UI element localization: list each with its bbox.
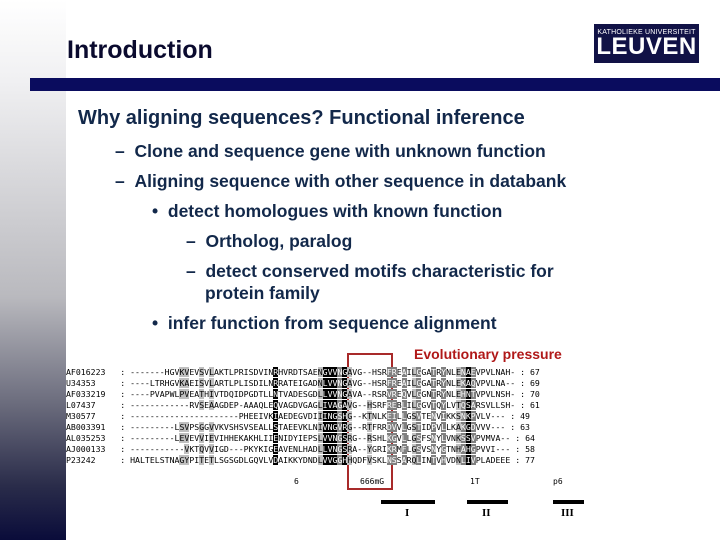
evolutionary-pressure-label: Evolutionary pressure xyxy=(414,346,562,362)
bullet-marker: – xyxy=(115,141,125,161)
bullet-text: protein family xyxy=(205,283,320,303)
sequence-residues: ----LTRHGVKAEISVLARTLPLISDILNRRATEIGADNL… xyxy=(130,378,516,388)
bullet-marker: – xyxy=(186,261,196,281)
sequence-length: : 69 xyxy=(515,378,540,388)
motif-bar-ii xyxy=(467,500,508,504)
sequence-id: P23242 : xyxy=(66,455,131,465)
alignment-row: L07437 : ------------RVSEAAGDEP-AAAQLEQV… xyxy=(66,400,540,411)
logo-name: LEUVEN xyxy=(596,33,697,60)
sequence-length: : 70 xyxy=(515,389,540,399)
motif-bar-iii xyxy=(553,500,584,504)
bullet-item: – Ortholog, paralog xyxy=(186,231,352,252)
slide-heading: Why aligning sequences? Functional infer… xyxy=(78,107,525,129)
position-label: p6 xyxy=(553,477,563,486)
bullet-item: – Clone and sequence gene with unknown f… xyxy=(115,141,546,162)
bullet-text: Aligning sequence with other sequence in… xyxy=(134,171,567,191)
motif-label-i: I xyxy=(405,507,410,519)
bullet-text: infer function from sequence alignment xyxy=(167,313,497,333)
bullet-item-continuation: protein family xyxy=(205,283,320,304)
sequence-id: U34353 : xyxy=(66,378,131,388)
bullet-text: Ortholog, paralog xyxy=(205,231,353,251)
slide-title: Introduction xyxy=(67,36,213,64)
sequence-length: : 64 xyxy=(510,433,535,443)
sequence-residues: -----------VKTQVVIGD---PKYKIGEAVENLHADLL… xyxy=(130,444,511,454)
sequence-id: AF016223 : xyxy=(66,367,131,377)
motif-bar-i xyxy=(381,500,435,504)
sequence-id: AF033219 : xyxy=(66,389,131,399)
sequence-id: M30577 : xyxy=(66,411,131,421)
sequence-residues: ----------------------PHEEIVKIAEDEGVDIII… xyxy=(130,411,506,421)
alignment-row: AJ000133 : -----------VKTQVVIGD---PKYKIG… xyxy=(66,444,540,455)
sequence-length: : 77 xyxy=(510,455,535,465)
sequence-id: AB003391 : xyxy=(66,422,131,432)
alignment-row: U34353 : ----LTRHGVKAEISVLARTLPLISDILNRR… xyxy=(66,378,540,389)
position-label: 6 xyxy=(294,477,299,486)
alignment-row: AB003391 : ---------LSVPSGGVVKVSHSVSEALL… xyxy=(66,422,540,433)
bullet-text: Clone and sequence gene with unknown fun… xyxy=(134,141,546,161)
bullet-marker: • xyxy=(152,313,159,333)
bullet-marker: – xyxy=(115,171,125,191)
motif-label-ii: II xyxy=(482,507,491,519)
title-divider-bar xyxy=(30,78,720,91)
sequence-id: AL035253 : xyxy=(66,433,131,443)
university-logo: KATHOLIEKE UNIVERSITEIT LEUVEN xyxy=(594,24,699,63)
sequence-residues: ------------RVSEAAGDEP-AAAQLEQVAGDVGAGLI… xyxy=(130,400,516,410)
position-label: 1T xyxy=(470,477,480,486)
sequence-length: : 58 xyxy=(510,444,535,454)
alignment-row: AF033219 : ----PVAPWLPVEATHIVTDQIDPGDTLL… xyxy=(66,389,540,400)
sequence-residues: ---------LSVPSGGVVKVSHSVSEALLSTAEEVKLNIV… xyxy=(130,422,506,432)
bullet-item: • infer function from sequence alignment xyxy=(152,313,497,334)
sequence-id: AJ000133 : xyxy=(66,444,131,454)
bullet-text: detect homologues with known function xyxy=(167,201,503,221)
sequence-residues: ----PVAPWLPVEATHIVTDQIDPGDTLLNTVADESGDLL… xyxy=(130,389,516,399)
bullet-item: – Aligning sequence with other sequence … xyxy=(115,171,566,192)
bullet-item: • detect homologues with known function xyxy=(152,201,502,222)
alignment-row: P23242 : HALTELSTNAGYPITETLSGSGDLGQVLVDA… xyxy=(66,455,540,466)
sequence-id: L07437 : xyxy=(66,400,131,410)
sequence-residues: HALTELSTNAGYPITETLSGSGDLGQVLVDAIKKYDNDLV… xyxy=(130,455,511,465)
motif-label-iii: III xyxy=(561,507,574,519)
sequence-length: : 67 xyxy=(515,367,540,377)
sequence-length: : 63 xyxy=(505,422,530,432)
bullet-marker: • xyxy=(152,201,159,221)
bullet-item: – detect conserved motifs characteristic… xyxy=(186,261,554,282)
alignment-row: AL035253 : ---------LEVEVVIEVIHHEKAKHLII… xyxy=(66,433,540,444)
sequence-residues: -------HGVKVEVSVLAKTLPRISDVINRHVRDTSAENG… xyxy=(130,367,516,377)
sequence-residues: ---------LEVEVVIEVIHHEKAKHLIIENIDYIEPSLV… xyxy=(130,433,511,443)
bullet-text: detect conserved motifs characteristic f… xyxy=(205,261,554,281)
alignment-row: M30577 : ----------------------PHEEIVKIA… xyxy=(66,411,540,422)
sequence-alignment: AF016223 : -------HGVKVEVSVLAKTLPRISDVIN… xyxy=(66,367,540,466)
position-label: 666mG xyxy=(360,477,385,486)
bullet-marker: – xyxy=(186,231,196,251)
alignment-row: AF016223 : -------HGVKVEVSVLAKTLPRISDVIN… xyxy=(66,367,540,378)
sequence-length: : 49 xyxy=(505,411,530,421)
sequence-length: : 61 xyxy=(515,400,540,410)
